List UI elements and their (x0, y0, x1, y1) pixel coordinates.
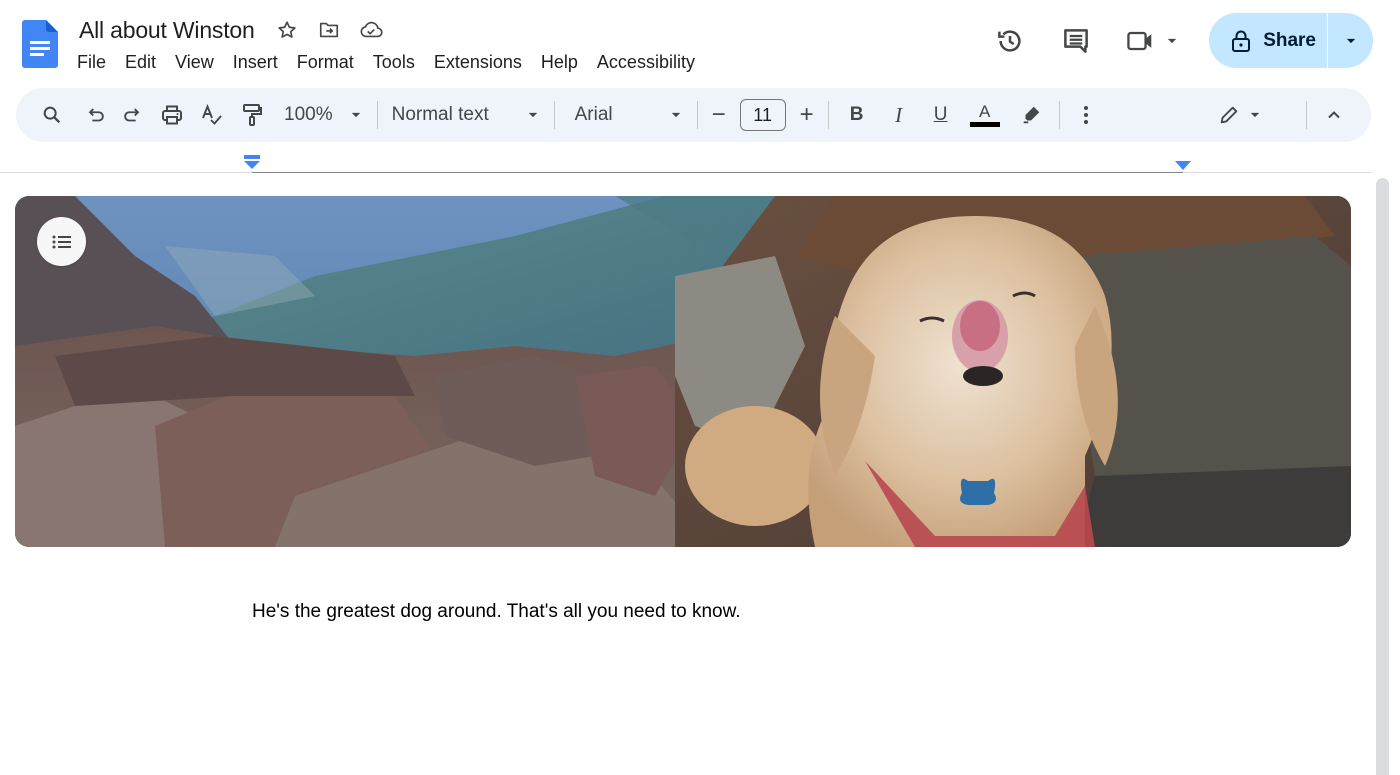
more-options-button[interactable] (1068, 97, 1104, 133)
version-history-icon (998, 29, 1021, 52)
spellcheck-button[interactable] (194, 97, 230, 133)
undo-icon (88, 108, 104, 122)
toolbar-divider (1306, 101, 1307, 129)
text-color-swatch (969, 122, 1000, 127)
italic-button[interactable]: I (881, 97, 917, 133)
zoom-value: 100% (284, 104, 333, 125)
menu-edit[interactable]: Edit (116, 50, 166, 75)
share-button-group: Share (1209, 13, 1373, 68)
toolbar-divider (696, 101, 698, 129)
spellcheck-icon (202, 103, 222, 125)
document-outline-button[interactable] (37, 217, 86, 266)
meet-button[interactable] (1119, 18, 1185, 64)
vertical-scrollbar[interactable] (1376, 178, 1389, 775)
chevron-down-icon (351, 112, 360, 118)
title-row: All about Winston (77, 14, 383, 46)
paragraph-style-value: Normal text (391, 104, 489, 125)
undo-button[interactable] (78, 97, 114, 133)
redo-icon (124, 108, 140, 122)
more-icon (1083, 106, 1088, 124)
ruler (0, 172, 1372, 174)
redo-button[interactable] (114, 97, 150, 133)
collapse-icon (1328, 111, 1340, 119)
chevron-down-icon (671, 112, 680, 118)
share-options-button[interactable] (1328, 13, 1373, 68)
video-camera-icon (1127, 31, 1152, 50)
document-title[interactable]: All about Winston (77, 17, 257, 44)
font-value: Arial (574, 104, 613, 125)
zoom-select[interactable]: 100% (278, 97, 369, 133)
share-label: Share (1263, 29, 1316, 51)
print-button[interactable] (154, 97, 190, 133)
menu-accessibility[interactable]: Accessibility (588, 50, 705, 75)
underline-button[interactable]: U (923, 97, 959, 133)
search-icon (43, 106, 61, 124)
paint-format-icon (243, 104, 262, 126)
lock-icon (1231, 29, 1251, 53)
paragraph-style-select[interactable]: Normal text (386, 97, 546, 133)
text-color-button[interactable]: A (967, 97, 1003, 133)
move-to-folder-icon[interactable] (317, 18, 341, 42)
menu-file[interactable]: File (68, 50, 116, 75)
increase-font-size-button[interactable]: + (794, 97, 820, 133)
chevron-down-icon (1250, 112, 1260, 118)
bold-button[interactable]: B (839, 97, 875, 133)
ruler-content-area (252, 172, 1183, 173)
chevron-down-icon (528, 112, 537, 118)
bold-icon: B (849, 104, 864, 125)
left-indent-marker[interactable] (243, 155, 261, 171)
toolbar-divider (827, 101, 829, 129)
search-menus-button[interactable] (34, 97, 70, 133)
toolbar-divider (376, 101, 378, 129)
chevron-down-icon (1167, 38, 1177, 43)
editing-mode-button[interactable] (1218, 97, 1262, 133)
comments-icon (1064, 28, 1089, 53)
formatting-toolbar: 100% Normal text Arial − 11 + B I U A (16, 88, 1371, 142)
editing-mode-icon (1220, 106, 1238, 124)
highlight-icon (1023, 106, 1039, 124)
list-icon (52, 235, 71, 248)
toolbar-divider (553, 101, 555, 129)
underline-icon: U (933, 104, 948, 125)
menu-format[interactable]: Format (288, 50, 364, 75)
menu-insert[interactable]: Insert (224, 50, 288, 75)
chevron-down-icon (1346, 38, 1355, 43)
share-button[interactable]: Share (1209, 13, 1327, 68)
menu-help[interactable]: Help (532, 50, 588, 75)
comments-button[interactable] (1053, 18, 1099, 64)
menu-extensions[interactable]: Extensions (425, 50, 532, 75)
version-history-button[interactable] (987, 18, 1033, 64)
document-body-text[interactable]: He's the greatest dog around. That's all… (252, 601, 741, 623)
header: All about Winston File Edit View Insert … (0, 0, 1400, 86)
header-actions: Share (987, 13, 1373, 68)
print-icon (162, 105, 182, 125)
ruler-margin-left (0, 172, 252, 173)
hide-menus-button[interactable] (1316, 97, 1352, 133)
toolbar-divider (1058, 101, 1060, 129)
menu-view[interactable]: View (166, 50, 224, 75)
ruler-margin-right (1183, 172, 1372, 173)
highlight-color-button[interactable] (1013, 97, 1049, 133)
document-image[interactable] (15, 196, 1351, 547)
decrease-font-size-button[interactable]: − (706, 97, 732, 133)
dog-photo (15, 196, 1351, 547)
font-select[interactable]: Arial (563, 97, 689, 133)
cloud-saved-icon[interactable] (359, 18, 383, 42)
font-size-input[interactable]: 11 (739, 99, 786, 131)
star-icon[interactable] (275, 18, 299, 42)
italic-icon: I (895, 102, 903, 127)
menu-bar: File Edit View Insert Format Tools Exten… (68, 48, 705, 76)
menu-tools[interactable]: Tools (364, 50, 425, 75)
text-color-icon: A (978, 102, 991, 121)
docs-logo-icon[interactable] (22, 20, 58, 68)
paint-format-button[interactable] (234, 97, 270, 133)
right-indent-marker[interactable] (1174, 160, 1192, 172)
